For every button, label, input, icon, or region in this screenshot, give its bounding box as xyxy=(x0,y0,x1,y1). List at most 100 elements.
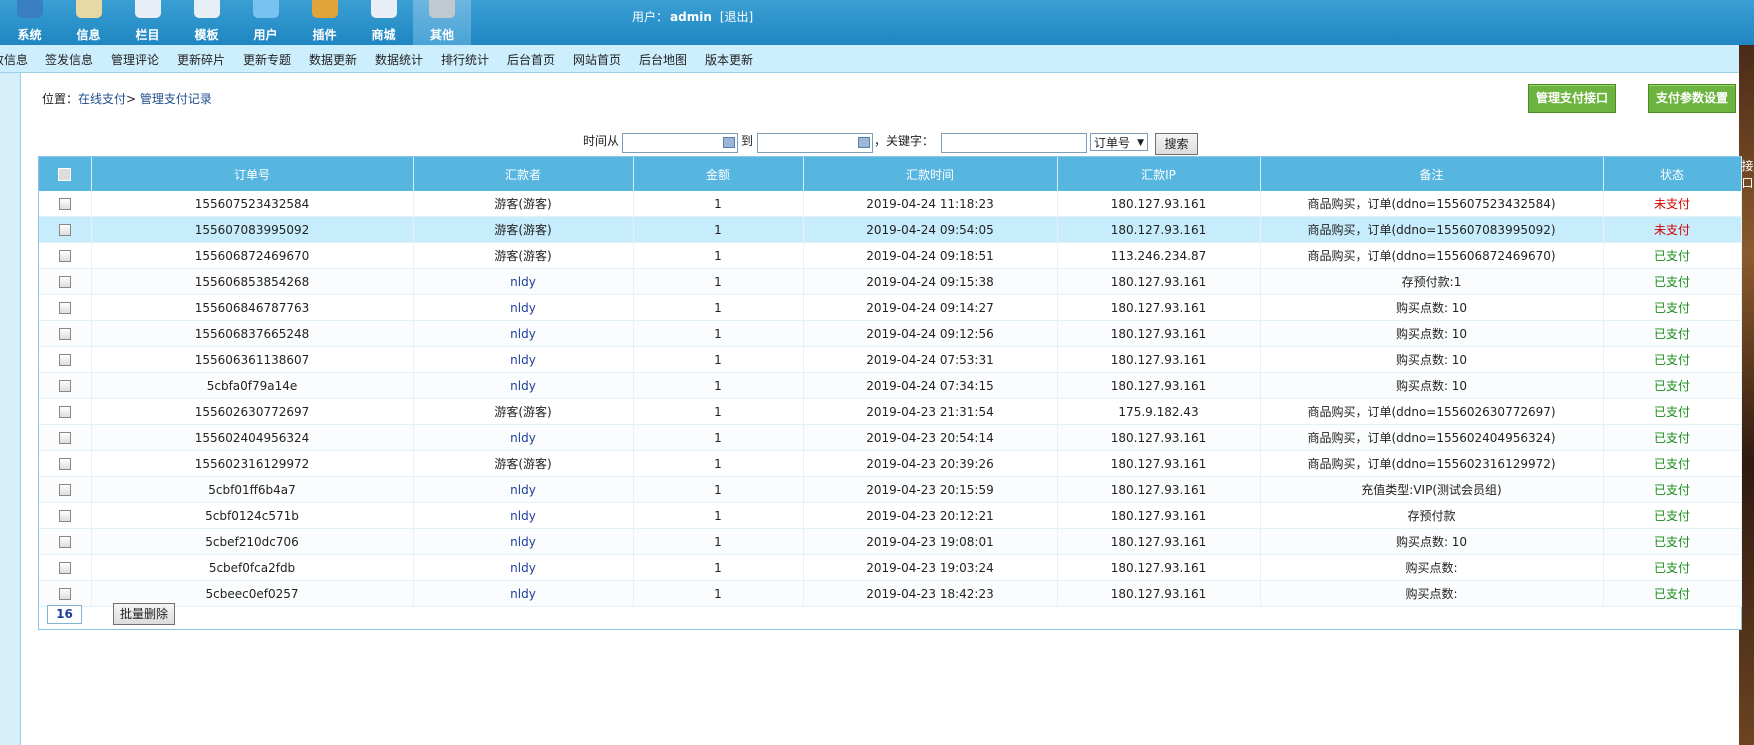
cell-note: 商品购买，订单(ddno=155602630772697) xyxy=(1260,398,1604,425)
column-header[interactable]: 状态 xyxy=(1603,157,1742,191)
nav-item-3[interactable]: 模板 xyxy=(177,0,236,45)
submenu-item[interactable]: 收信息 xyxy=(0,51,28,68)
calendar-icon[interactable] xyxy=(723,137,735,148)
submenu-item[interactable]: 管理评论 xyxy=(111,51,159,68)
submenu-item[interactable]: 版本更新 xyxy=(705,51,753,68)
table-row[interactable]: 155607523432584 游客(游客) 1 2019-04-24 11:18:2… xyxy=(39,191,1742,217)
column-header[interactable]: 金额 xyxy=(633,157,804,191)
row-checkbox[interactable] xyxy=(58,510,71,522)
end-date-input[interactable] xyxy=(757,133,873,153)
submenu-item[interactable]: 更新碎片 xyxy=(177,51,225,68)
cell-ip: 180.127.93.161 xyxy=(1057,554,1261,581)
breadcrumb-pay-records[interactable]: 管理支付记录 xyxy=(140,92,212,106)
nav-icon xyxy=(16,0,43,18)
start-date-input[interactable] xyxy=(622,133,738,153)
nav-item-1[interactable]: 信息 xyxy=(59,0,118,45)
cell-time: 2019-04-23 20:54:14 xyxy=(803,424,1058,451)
nav-item-5[interactable]: 插件 xyxy=(295,0,354,45)
row-checkbox[interactable] xyxy=(58,224,71,236)
table-row[interactable]: 155606361138607 nldy 1 2019-04-24 07:53:31 1… xyxy=(39,346,1742,373)
cell-time: 2019-04-24 07:34:15 xyxy=(803,372,1058,399)
cell-payer: nldy xyxy=(413,268,634,295)
cell-ip: 180.127.93.161 xyxy=(1057,502,1261,529)
nav-label: 插件 xyxy=(312,28,337,42)
pay-settings-button[interactable]: 支付参数设置 xyxy=(1648,84,1737,113)
table-row[interactable]: 155602404956324 nldy 1 2019-04-23 20:54:14 1… xyxy=(39,424,1742,451)
table-row[interactable]: 5cbf0124c571b nldy 1 2019-04-23 20:12:21 180… xyxy=(39,502,1742,529)
row-checkbox[interactable] xyxy=(58,250,71,262)
table-row[interactable]: 5cbef210dc706 nldy 1 2019-04-23 19:08:01 180… xyxy=(39,528,1742,555)
column-header[interactable]: 汇款者 xyxy=(413,157,634,191)
table-row[interactable]: 5cbef0fca2fdb nldy 1 2019-04-23 19:03:24 180… xyxy=(39,554,1742,581)
submenu-item[interactable]: 签发信息 xyxy=(45,51,93,68)
cell-order: 155606361138607 xyxy=(91,346,414,373)
row-checkbox[interactable] xyxy=(58,302,71,314)
cell-ip: 180.127.93.161 xyxy=(1057,294,1261,321)
row-checkbox[interactable] xyxy=(58,380,71,392)
submenu-item[interactable]: 数据统计 xyxy=(375,51,423,68)
column-header[interactable]: 汇款时间 xyxy=(803,157,1058,191)
submenu-item[interactable]: 后台地图 xyxy=(639,51,687,68)
submenu-item[interactable]: 数据更新 xyxy=(309,51,357,68)
nav-item-0[interactable]: 系统 xyxy=(0,0,59,45)
time-from-label: 时间从 xyxy=(583,134,620,148)
row-checkbox[interactable] xyxy=(58,276,71,288)
table-row[interactable]: 155606853854268 nldy 1 2019-04-24 09:15:38 1… xyxy=(39,268,1742,295)
submenu-item[interactable]: 更新专题 xyxy=(243,51,291,68)
select-all-checkbox[interactable] xyxy=(58,168,72,181)
table-row[interactable]: 5cbfa0f79a14e nldy 1 2019-04-24 07:34:15 180… xyxy=(39,372,1742,399)
table-row[interactable]: 5cbf01ff6b4a7 nldy 1 2019-04-23 20:15:59 180… xyxy=(39,476,1742,503)
keyword-input[interactable] xyxy=(941,133,1087,153)
table-row[interactable]: 155606872469670 游客(游客) 1 2019-04-24 09:18:5… xyxy=(39,242,1742,269)
row-checkbox[interactable] xyxy=(58,484,71,496)
row-checkbox[interactable] xyxy=(58,354,71,366)
breadcrumb-online-pay[interactable]: 在线支付 xyxy=(78,92,126,106)
row-select-cell xyxy=(39,554,92,581)
cell-status: 已支付 xyxy=(1603,398,1742,425)
nav-item-6[interactable]: 商城 xyxy=(354,0,413,45)
table-row[interactable]: 155607083995092 游客(游客) 1 2019-04-24 09:54:0… xyxy=(39,216,1742,243)
nav-item-4[interactable]: 用户 xyxy=(236,0,295,45)
search-field-select[interactable]: 订单号 ▼ xyxy=(1090,133,1148,151)
table-row[interactable]: 155606837665248 nldy 1 2019-04-24 09:12:56 1… xyxy=(39,320,1742,347)
submenu-item[interactable]: 网站首页 xyxy=(573,51,621,68)
cell-time: 2019-04-24 11:18:23 xyxy=(803,191,1058,217)
column-header[interactable]: 订单号 xyxy=(91,157,414,191)
row-select-cell xyxy=(39,294,92,321)
row-checkbox[interactable] xyxy=(58,588,71,600)
nav-item-7[interactable]: 其他 xyxy=(413,0,471,45)
row-checkbox[interactable] xyxy=(58,458,71,470)
row-checkbox[interactable] xyxy=(58,328,71,340)
cell-note: 商品购买，订单(ddno=155606872469670) xyxy=(1260,242,1604,269)
cell-ip: 180.127.93.161 xyxy=(1057,450,1261,477)
breadcrumb-separator: > xyxy=(126,92,140,106)
column-header[interactable]: 备注 xyxy=(1260,157,1604,191)
submenu-item[interactable]: 后台首页 xyxy=(507,51,555,68)
nav-label: 其他 xyxy=(429,28,454,42)
row-select-cell xyxy=(39,528,92,555)
cell-note: 购买点数: 10 xyxy=(1260,372,1604,399)
submenu-item[interactable]: 排行统计 xyxy=(441,51,489,68)
cell-order: 5cbf01ff6b4a7 xyxy=(91,476,414,503)
logout-link[interactable]: [退出] xyxy=(720,10,753,24)
cell-status: 未支付 xyxy=(1603,216,1742,243)
table-row[interactable]: 155606846787763 nldy 1 2019-04-24 09:14:27 1… xyxy=(39,294,1742,321)
row-checkbox[interactable] xyxy=(58,536,71,548)
cell-note: 购买点数: 10 xyxy=(1260,528,1604,555)
search-button[interactable]: 搜索 xyxy=(1155,133,1198,155)
nav-icon xyxy=(370,0,397,18)
column-header[interactable]: 汇款IP xyxy=(1057,157,1261,191)
cell-status: 已支付 xyxy=(1603,502,1742,529)
row-checkbox[interactable] xyxy=(58,562,71,574)
table-row[interactable]: 155602316129972 游客(游客) 1 2019-04-23 20:39:2… xyxy=(39,450,1742,477)
row-checkbox[interactable] xyxy=(58,432,71,444)
row-checkbox[interactable] xyxy=(58,406,71,418)
manage-pay-interface-button[interactable]: 管理支付接口 xyxy=(1528,84,1617,113)
nav-item-2[interactable]: 栏目 xyxy=(118,0,177,45)
batch-delete-button[interactable]: 批量删除 xyxy=(113,603,176,625)
cell-amount: 1 xyxy=(633,398,804,425)
table-row[interactable]: 155602630772697 游客(游客) 1 2019-04-23 21:31:5… xyxy=(39,398,1742,425)
cell-ip: 180.127.93.161 xyxy=(1057,216,1261,243)
calendar-icon[interactable] xyxy=(858,137,870,148)
row-checkbox[interactable] xyxy=(58,198,71,210)
